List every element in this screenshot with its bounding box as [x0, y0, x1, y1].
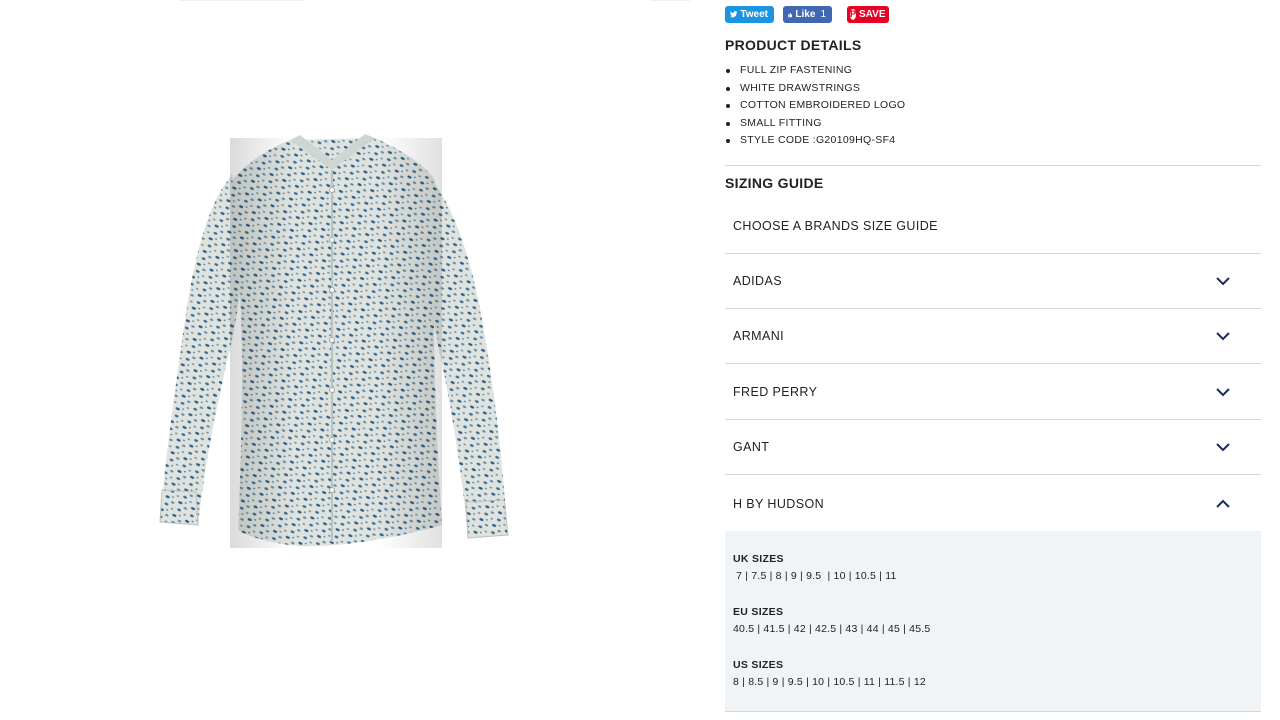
product-image[interactable] [150, 130, 520, 555]
size-chart-panel: UK SIZES 7 | 7.5 | 8 | 9 | 9.5 | 10 | 10… [725, 531, 1261, 712]
list-item: FULL ZIP FASTENING [725, 62, 905, 80]
uk-sizes-label: UK SIZES [733, 553, 784, 565]
brand-label: ADIDAS [733, 274, 782, 288]
chevron-down-icon [1216, 388, 1230, 397]
brand-label: ARMANI [733, 329, 785, 343]
list-item: WHITE DRAWSTRINGS [725, 80, 905, 98]
thumbs-up-icon [788, 12, 793, 17]
size-guide-prompt-label: CHOOSE A BRANDS SIZE GUIDE [733, 219, 938, 233]
brand-accordion-gant[interactable]: GANT [725, 420, 1261, 475]
chevron-down-icon [1216, 443, 1230, 452]
product-details-list: FULL ZIP FASTENING WHITE DRAWSTRINGS COT… [725, 62, 905, 150]
brand-label: GANT [733, 440, 770, 454]
facebook-like-button[interactable]: Like 1 [783, 6, 832, 23]
brand-accordion-fred-perry[interactable]: FRED PERRY [725, 365, 1261, 420]
chevron-down-icon [1216, 277, 1230, 286]
product-details-column: Tweet Like 1 P SAVE PRODUCT DETAILS FULL… [725, 0, 1261, 720]
brand-label: H BY HUDSON [733, 496, 824, 511]
us-sizes: US SIZES 8 | 8.5 | 9 | 9.5 | 10 | 10.5 |… [733, 659, 926, 688]
pinterest-save-button[interactable]: P SAVE [847, 6, 889, 23]
thumbnail-edge [180, 0, 305, 1]
tweet-label: Tweet [740, 9, 768, 20]
thumbnail-edge [650, 0, 690, 1]
like-count: 1 [820, 9, 826, 20]
list-item: COTTON EMBROIDERED LOGO [725, 97, 905, 115]
list-item: STYLE CODE :G20109HQ-SF4 [725, 132, 905, 150]
share-bar: Tweet Like 1 P SAVE [725, 6, 889, 23]
chevron-down-icon [1216, 332, 1230, 341]
size-guide-prompt: CHOOSE A BRANDS SIZE GUIDE [725, 199, 1261, 254]
brand-accordion-adidas[interactable]: ADIDAS [725, 254, 1261, 309]
tweet-button[interactable]: Tweet [725, 6, 774, 23]
uk-sizes: UK SIZES 7 | 7.5 | 8 | 9 | 9.5 | 10 | 10… [733, 553, 897, 582]
brand-label: FRED PERRY [733, 385, 818, 399]
sizing-guide-title: SIZING GUIDE [725, 175, 824, 191]
product-image-area [0, 0, 690, 720]
list-item: SMALL FITTING [725, 115, 905, 133]
eu-sizes: EU SIZES 40.5 | 41.5 | 42 | 42.5 | 43 | … [733, 606, 930, 635]
save-label: SAVE [859, 9, 886, 20]
brand-accordion-armani[interactable]: ARMANI [725, 309, 1261, 364]
like-label: Like [795, 9, 816, 20]
brand-accordion-h-by-hudson[interactable]: H BY HUDSON [725, 476, 1261, 531]
eu-sizes-label: EU SIZES [733, 606, 784, 618]
chevron-up-icon [1216, 499, 1230, 508]
us-sizes-label: US SIZES [733, 659, 784, 671]
us-sizes-values: 8 | 8.5 | 9 | 9.5 | 10 | 10.5 | 11 | 11.… [733, 676, 926, 688]
divider [725, 165, 1261, 166]
pinterest-icon: P [850, 9, 857, 20]
eu-sizes-values: 40.5 | 41.5 | 42 | 42.5 | 43 | 44 | 45 |… [733, 623, 931, 635]
uk-sizes-values: 7 | 7.5 | 8 | 9 | 9.5 | 10 | 10.5 | 11 [733, 570, 897, 582]
product-details-title: PRODUCT DETAILS [725, 37, 862, 53]
twitter-bird-icon [730, 11, 738, 18]
